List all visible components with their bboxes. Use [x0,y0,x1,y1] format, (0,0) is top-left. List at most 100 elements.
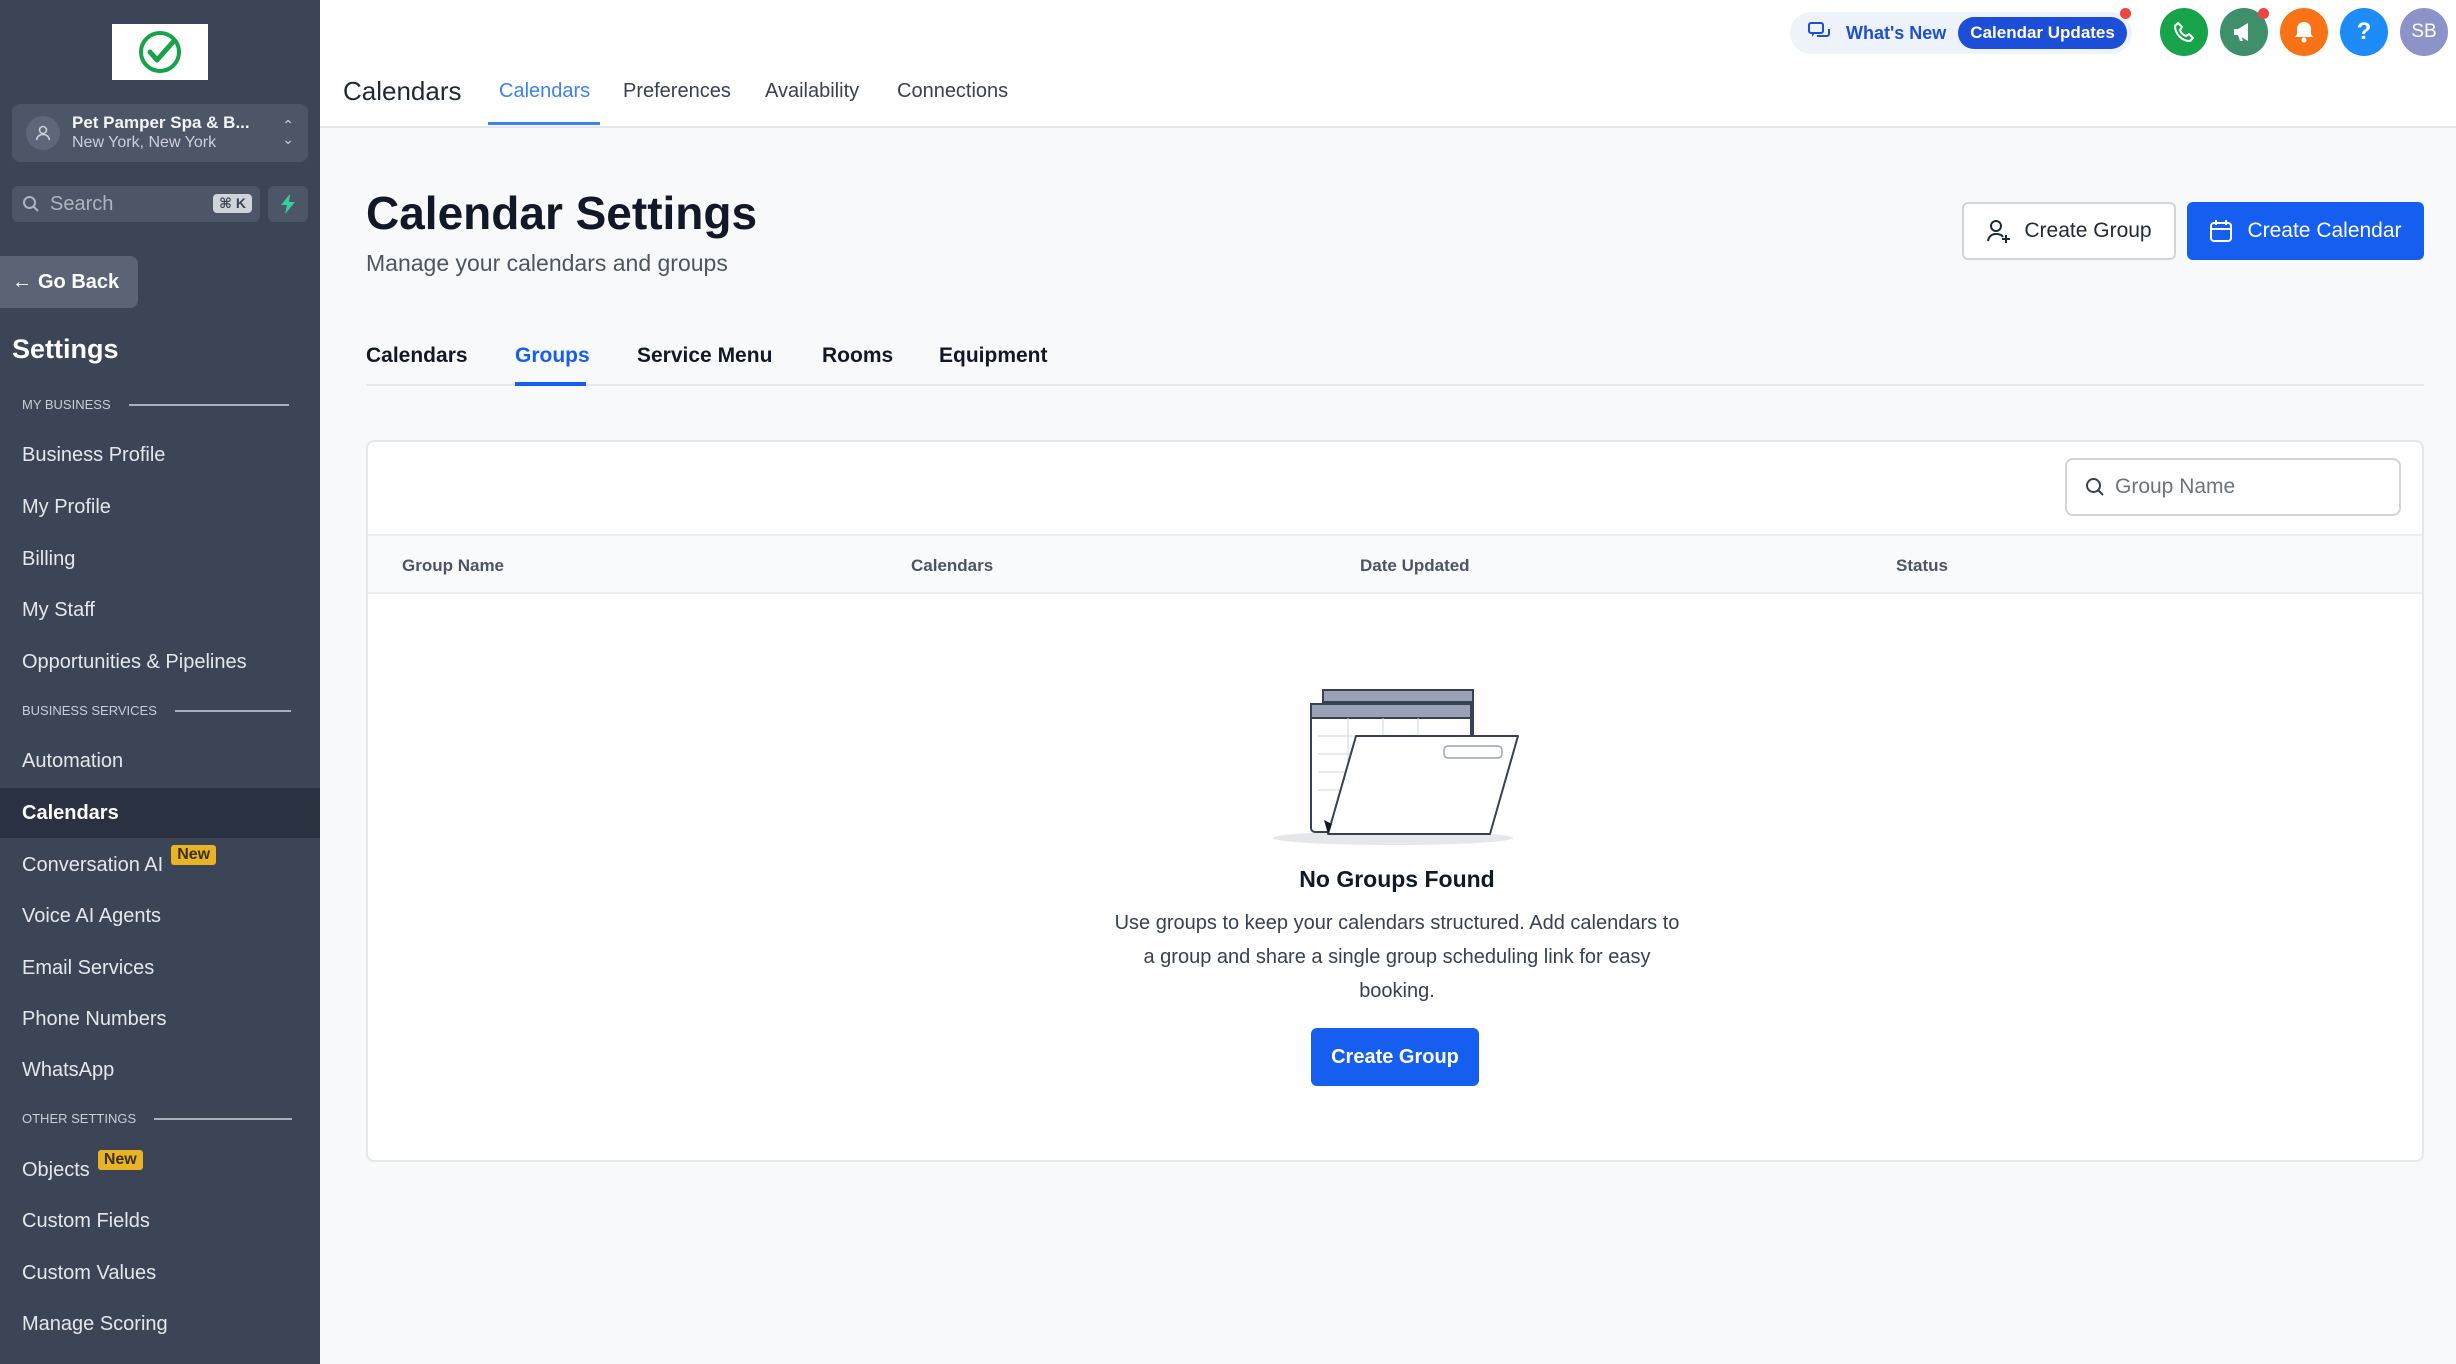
sidebar-item-calendars[interactable]: Calendars [0,788,320,838]
add-user-icon [1987,220,2011,243]
subtab-rooms[interactable]: Rooms [822,344,893,368]
go-back-label: Go Back [38,270,120,293]
calendar-updates-pill[interactable]: Calendar Updates [1958,17,2127,49]
notification-dot [2258,8,2269,19]
tab-connections[interactable]: Connections [897,80,1008,103]
subtab-calendars[interactable]: Calendars [366,344,468,368]
chevron-up-down-icon: ⌃ ⌄ [282,117,294,147]
whats-new-label: What's New [1846,22,1947,43]
user-avatar[interactable]: SB [2400,8,2448,56]
divider [154,1117,293,1120]
create-calendar-label: Create Calendar [2247,219,2402,242]
go-back-button[interactable]: ← Go Back [0,256,138,308]
sidebar-item-custom-fields[interactable]: Custom Fields [0,1196,320,1246]
sidebar-item-opportunities[interactable]: Opportunities & Pipelines [0,637,320,687]
section-other-settings: OTHER SETTINGS [22,1111,293,1126]
location-avatar [26,116,60,150]
subtab-equipment[interactable]: Equipment [939,344,1048,368]
notifications-button[interactable] [2280,8,2328,56]
sidebar-item-whatsapp[interactable]: WhatsApp [0,1045,320,1095]
sidebar-item-label: Calendars [22,801,119,824]
column-group-name[interactable]: Group Name [402,556,504,576]
section-label: MY BUSINESS [22,397,111,412]
empty-create-group-button[interactable]: Create Group [1311,1028,1479,1086]
groups-table-card: Group Name Group Name Calendars Date Upd… [366,440,2424,1162]
section-business-services: BUSINESS SERVICES [22,703,291,718]
sidebar-item-label: Phone Numbers [22,1007,167,1030]
lightning-icon [281,194,295,214]
sidebar-item-label: My Staff [22,598,95,621]
section-my-business: MY BUSINESS [22,397,289,412]
sidebar-item-label: Custom Fields [22,1209,150,1232]
sidebar-item-custom-values[interactable]: Custom Values [0,1248,320,1298]
group-search-placeholder: Group Name [2115,475,2236,498]
sidebar-item-phone-numbers[interactable]: Phone Numbers [0,994,320,1044]
create-group-label: Create Group [2024,219,2152,242]
section-label: BUSINESS SERVICES [22,703,157,718]
sidebar-item-label: Billing [22,547,76,570]
sidebar-item-label: My Profile [22,495,111,518]
phone-icon [2174,22,2194,42]
sidebar-item-automation[interactable]: Automation [0,736,320,786]
sidebar-item-label: Voice AI Agents [22,904,161,927]
empty-state-title: No Groups Found [1299,866,1495,892]
sidebar-item-objects[interactable]: Objects New [0,1145,320,1195]
sidebar-item-label: Custom Values [22,1261,157,1284]
sidebar-item-label: WhatsApp [22,1058,115,1081]
account-name: Pet Pamper Spa & B... [72,113,250,132]
new-badge: New [97,1150,143,1170]
sidebar-item-manage-scoring[interactable]: Manage Scoring [0,1299,320,1349]
check-circle-icon [139,31,181,73]
account-switcher[interactable]: Pet Pamper Spa & B... New York, New York… [12,104,308,162]
notification-dot [2120,8,2131,19]
create-group-button[interactable]: Create Group [1962,202,2176,260]
tab-calendars[interactable]: Calendars [499,80,590,103]
page-subtitle: Manage your calendars and groups [366,250,728,276]
sidebar-item-email-services[interactable]: Email Services [0,943,320,993]
sidebar-item-billing[interactable]: Billing [0,534,320,584]
user-icon [35,125,51,141]
divider [128,403,289,406]
subtab-service-menu[interactable]: Service Menu [637,344,772,368]
account-location: New York, New York [72,134,217,151]
subtab-groups[interactable]: Groups [515,344,590,368]
whats-new-button[interactable]: What's New Calendar Updates [1790,12,2132,54]
sidebar-item-conversation-ai[interactable]: Conversation AI New [0,840,320,890]
create-calendar-button[interactable]: Create Calendar [2187,202,2424,260]
divider [174,709,291,712]
sidebar-item-label: Business Profile [22,443,166,466]
page-heading: Calendars [343,76,462,106]
calendar-icon [2210,220,2233,242]
subtabs-divider [366,384,2424,386]
sidebar-item-my-profile[interactable]: My Profile [0,482,320,532]
chat-bubbles-icon [1808,22,1830,37]
page-title: Calendar Settings [366,187,758,239]
column-date-updated[interactable]: Date Updated [1360,556,1470,576]
column-calendars[interactable]: Calendars [911,556,993,576]
active-subtab-underline [515,382,586,386]
sidebar-item-label: Objects [22,1158,90,1181]
sidebar-item-label: Automation [22,749,124,772]
tab-preferences[interactable]: Preferences [623,80,731,103]
search-icon [2086,478,2104,496]
sidebar-item-label: Opportunities & Pipelines [22,650,247,673]
sidebar-item-label: Email Services [22,956,155,979]
sidebar-search[interactable]: Search ⌘ K [12,186,260,222]
group-name-search[interactable]: Group Name [2065,458,2401,516]
section-label: OTHER SETTINGS [22,1111,137,1126]
sidebar-item-voice-ai-agents[interactable]: Voice AI Agents [0,891,320,941]
sidebar-item-my-staff[interactable]: My Staff [0,585,320,635]
sidebar-item-business-profile[interactable]: Business Profile [0,430,320,480]
table-header: Group Name Calendars Date Updated Status [368,534,2422,594]
search-icon [23,196,39,212]
bell-icon [2295,22,2313,43]
phone-button[interactable] [2160,8,2208,56]
active-tab-underline [488,122,600,125]
sidebar-item-label: Manage Scoring [22,1312,168,1335]
quick-action-button[interactable] [268,186,308,222]
company-logo[interactable] [112,24,208,80]
megaphone-icon [2234,23,2248,41]
column-status[interactable]: Status [1896,556,1948,576]
help-button[interactable]: ? [2340,8,2388,56]
tab-availability[interactable]: Availability [765,80,859,103]
